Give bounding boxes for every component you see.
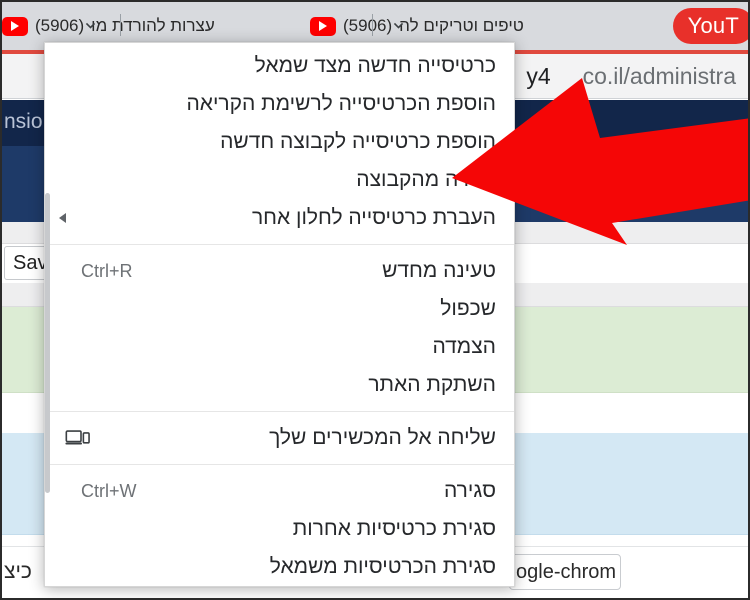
menu-item-label: כרטיסייה חדשה מצד שמאל [254, 54, 496, 77]
menu-item-close-tabs-to-the-left[interactable]: סגירת הכרטיסיות משמאל [45, 548, 514, 586]
address-bar-url-prefix: y4 [526, 63, 551, 89]
menu-section-4: Ctrl+W סגירה סגירת כרטיסיות אחרות סגירת … [45, 468, 514, 586]
save-button-label: Sav [13, 251, 48, 274]
tab-context-menu[interactable]: כרטיסייה חדשה מצד שמאל הוספת הכרטיסייה ל… [44, 42, 515, 587]
browser-tab-1-title: (5906) [35, 16, 85, 35]
menu-item-close-other-tabs[interactable]: סגירת כרטיסיות אחרות [45, 510, 514, 548]
menu-item-label: הוספת כרטיסייה לקבוצה חדשה [220, 130, 496, 153]
menu-item-add-tab-to-reading-list[interactable]: הוספת הכרטיסייה לרשימת הקריאה [45, 85, 514, 123]
browser-tab-1-label: עצרות להורדת מו [91, 16, 215, 35]
menu-item-move-tab-to-another-window[interactable]: העברת כרטיסייה לחלון אחר [45, 199, 514, 237]
menu-item-close[interactable]: Ctrl+W סגירה [45, 472, 514, 510]
menu-item-label: שכפול [440, 297, 496, 320]
youtube-button-label: YouT [687, 13, 739, 38]
menu-item-remove-from-group[interactable]: הסרה מהקבוצה [45, 161, 514, 199]
tab-separator-2 [372, 14, 373, 36]
menu-separator-3 [45, 464, 514, 465]
app-header-text: nsio [4, 110, 43, 133]
menu-item-label: טעינה מחדש [382, 259, 496, 282]
menu-separator-1 [45, 244, 514, 245]
menu-item-shortcut: Ctrl+W [81, 480, 137, 501]
menu-item-label: סגירה [443, 479, 496, 502]
menu-item-new-tab-to-the-left[interactable]: כרטיסייה חדשה מצד שמאל [45, 47, 514, 85]
menu-item-label: סגירת כרטיסיות אחרות [292, 517, 496, 540]
youtube-favicon [2, 16, 28, 36]
menu-item-label: השתקת האתר [368, 373, 496, 396]
menu-item-add-tab-to-new-group[interactable]: הוספת כרטיסייה לקבוצה חדשה [45, 123, 514, 161]
chrome-path-input-value: ogle-chrom [516, 560, 617, 583]
address-bar-url-suffix: .co.il/administra [576, 63, 736, 89]
menu-section-1: כרטיסייה חדשה מצד שמאל הוספת הכרטיסייה ל… [45, 43, 514, 241]
menu-separator-2 [45, 411, 514, 412]
address-bar-url: y4 .co.il/administra [526, 63, 736, 90]
menu-item-mute-site[interactable]: השתקת האתר [45, 366, 514, 404]
bottom-label: כיצ [4, 560, 32, 583]
chevron-down-icon-2[interactable] [392, 19, 405, 32]
menu-item-label: הצמדה [432, 335, 496, 358]
menu-item-label: הסרה מהקבוצה [356, 168, 496, 191]
tab-separator-1 [120, 14, 121, 36]
youtube-favicon [310, 16, 336, 36]
menu-scrollbar[interactable] [45, 43, 50, 586]
menu-section-2: Ctrl+R טעינה מחדש שכפול הצמדה השתקת האתר [45, 248, 514, 408]
menu-item-label: סגירת הכרטיסיות משמאל [269, 555, 496, 578]
menu-scrollbar-thumb[interactable] [45, 193, 50, 493]
submenu-arrow-icon [59, 213, 66, 223]
menu-item-label: העברת כרטיסייה לחלון אחר [251, 206, 496, 229]
browser-tab-2-label: טיפים וטריקים לה [399, 16, 524, 35]
chevron-down-icon-1[interactable] [84, 19, 97, 32]
menu-item-reload[interactable]: Ctrl+R טעינה מחדש [45, 252, 514, 290]
chrome-path-input[interactable]: ogle-chrom [509, 554, 621, 590]
screenshot-root: (5906) עצרות להורדת מו (5906) טיפים וטרי… [0, 0, 750, 600]
menu-item-shortcut: Ctrl+R [81, 260, 133, 281]
menu-section-3: שליחה אל המכשירים שלך [45, 415, 514, 461]
menu-item-pin[interactable]: הצמדה [45, 328, 514, 366]
youtube-button[interactable]: YouT [672, 8, 748, 44]
browser-tab-2-title: (5906) [343, 16, 393, 35]
menu-item-send-to-your-devices[interactable]: שליחה אל המכשירים שלך [45, 419, 514, 457]
menu-item-duplicate[interactable]: שכפול [45, 290, 514, 328]
menu-item-label: שליחה אל המכשירים שלך [269, 426, 496, 449]
devices-icon [65, 429, 90, 447]
menu-item-label: הוספת הכרטיסייה לרשימת הקריאה [186, 92, 496, 115]
